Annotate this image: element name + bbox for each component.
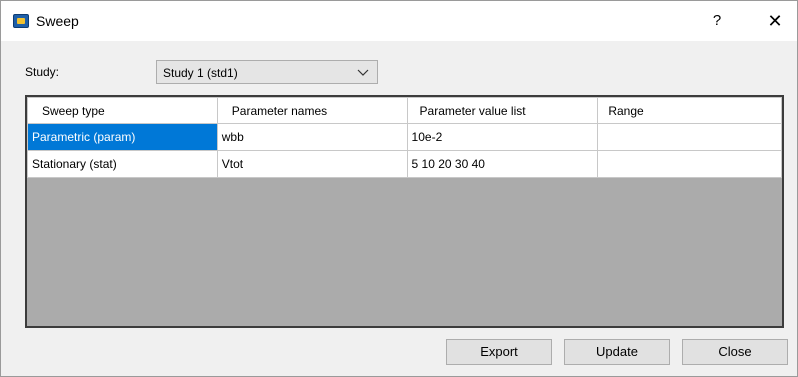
help-button[interactable]: ? xyxy=(701,7,733,35)
cell-sweep-type[interactable]: Parametric (param) xyxy=(27,123,218,151)
table-header-row: Sweep type Parameter names Parameter val… xyxy=(27,97,782,124)
title-bar: Sweep ? ✕ xyxy=(1,1,797,41)
cell-parameter-names[interactable]: wbb xyxy=(216,123,408,151)
table-row[interactable]: Parametric (param) wbb 10e-2 xyxy=(27,123,782,151)
chevron-down-icon xyxy=(357,64,369,83)
table-row[interactable]: Stationary (stat) Vtot 5 10 20 30 40 xyxy=(27,150,782,178)
sweep-table: Sweep type Parameter names Parameter val… xyxy=(27,97,782,178)
cell-sweep-type[interactable]: Stationary (stat) xyxy=(27,150,218,178)
cell-parameter-names[interactable]: Vtot xyxy=(216,150,408,178)
column-header-sweep-type[interactable]: Sweep type xyxy=(27,97,218,124)
app-icon xyxy=(13,14,29,28)
cell-parameter-value-list[interactable]: 10e-2 xyxy=(406,123,599,151)
study-label: Study: xyxy=(25,65,60,79)
study-dropdown[interactable]: Study 1 (std1) xyxy=(156,60,378,84)
window-title: Sweep xyxy=(36,13,79,29)
cell-range[interactable] xyxy=(597,123,782,151)
cell-parameter-value-list[interactable]: 5 10 20 30 40 xyxy=(406,150,599,178)
close-icon[interactable]: ✕ xyxy=(758,7,792,35)
column-header-parameter-value-list[interactable]: Parameter value list xyxy=(406,97,599,124)
sweep-dialog: Sweep ? ✕ Study: Study 1 (std1) Sweep ty… xyxy=(0,0,798,377)
column-header-range[interactable]: Range xyxy=(597,97,782,124)
update-button[interactable]: Update xyxy=(564,339,670,365)
export-button[interactable]: Export xyxy=(446,339,552,365)
sweep-table-container: Sweep type Parameter names Parameter val… xyxy=(25,95,784,328)
cell-range[interactable] xyxy=(597,150,782,178)
study-selected-value: Study 1 (std1) xyxy=(163,66,238,80)
close-button[interactable]: Close xyxy=(682,339,788,365)
column-header-parameter-names[interactable]: Parameter names xyxy=(216,97,408,124)
